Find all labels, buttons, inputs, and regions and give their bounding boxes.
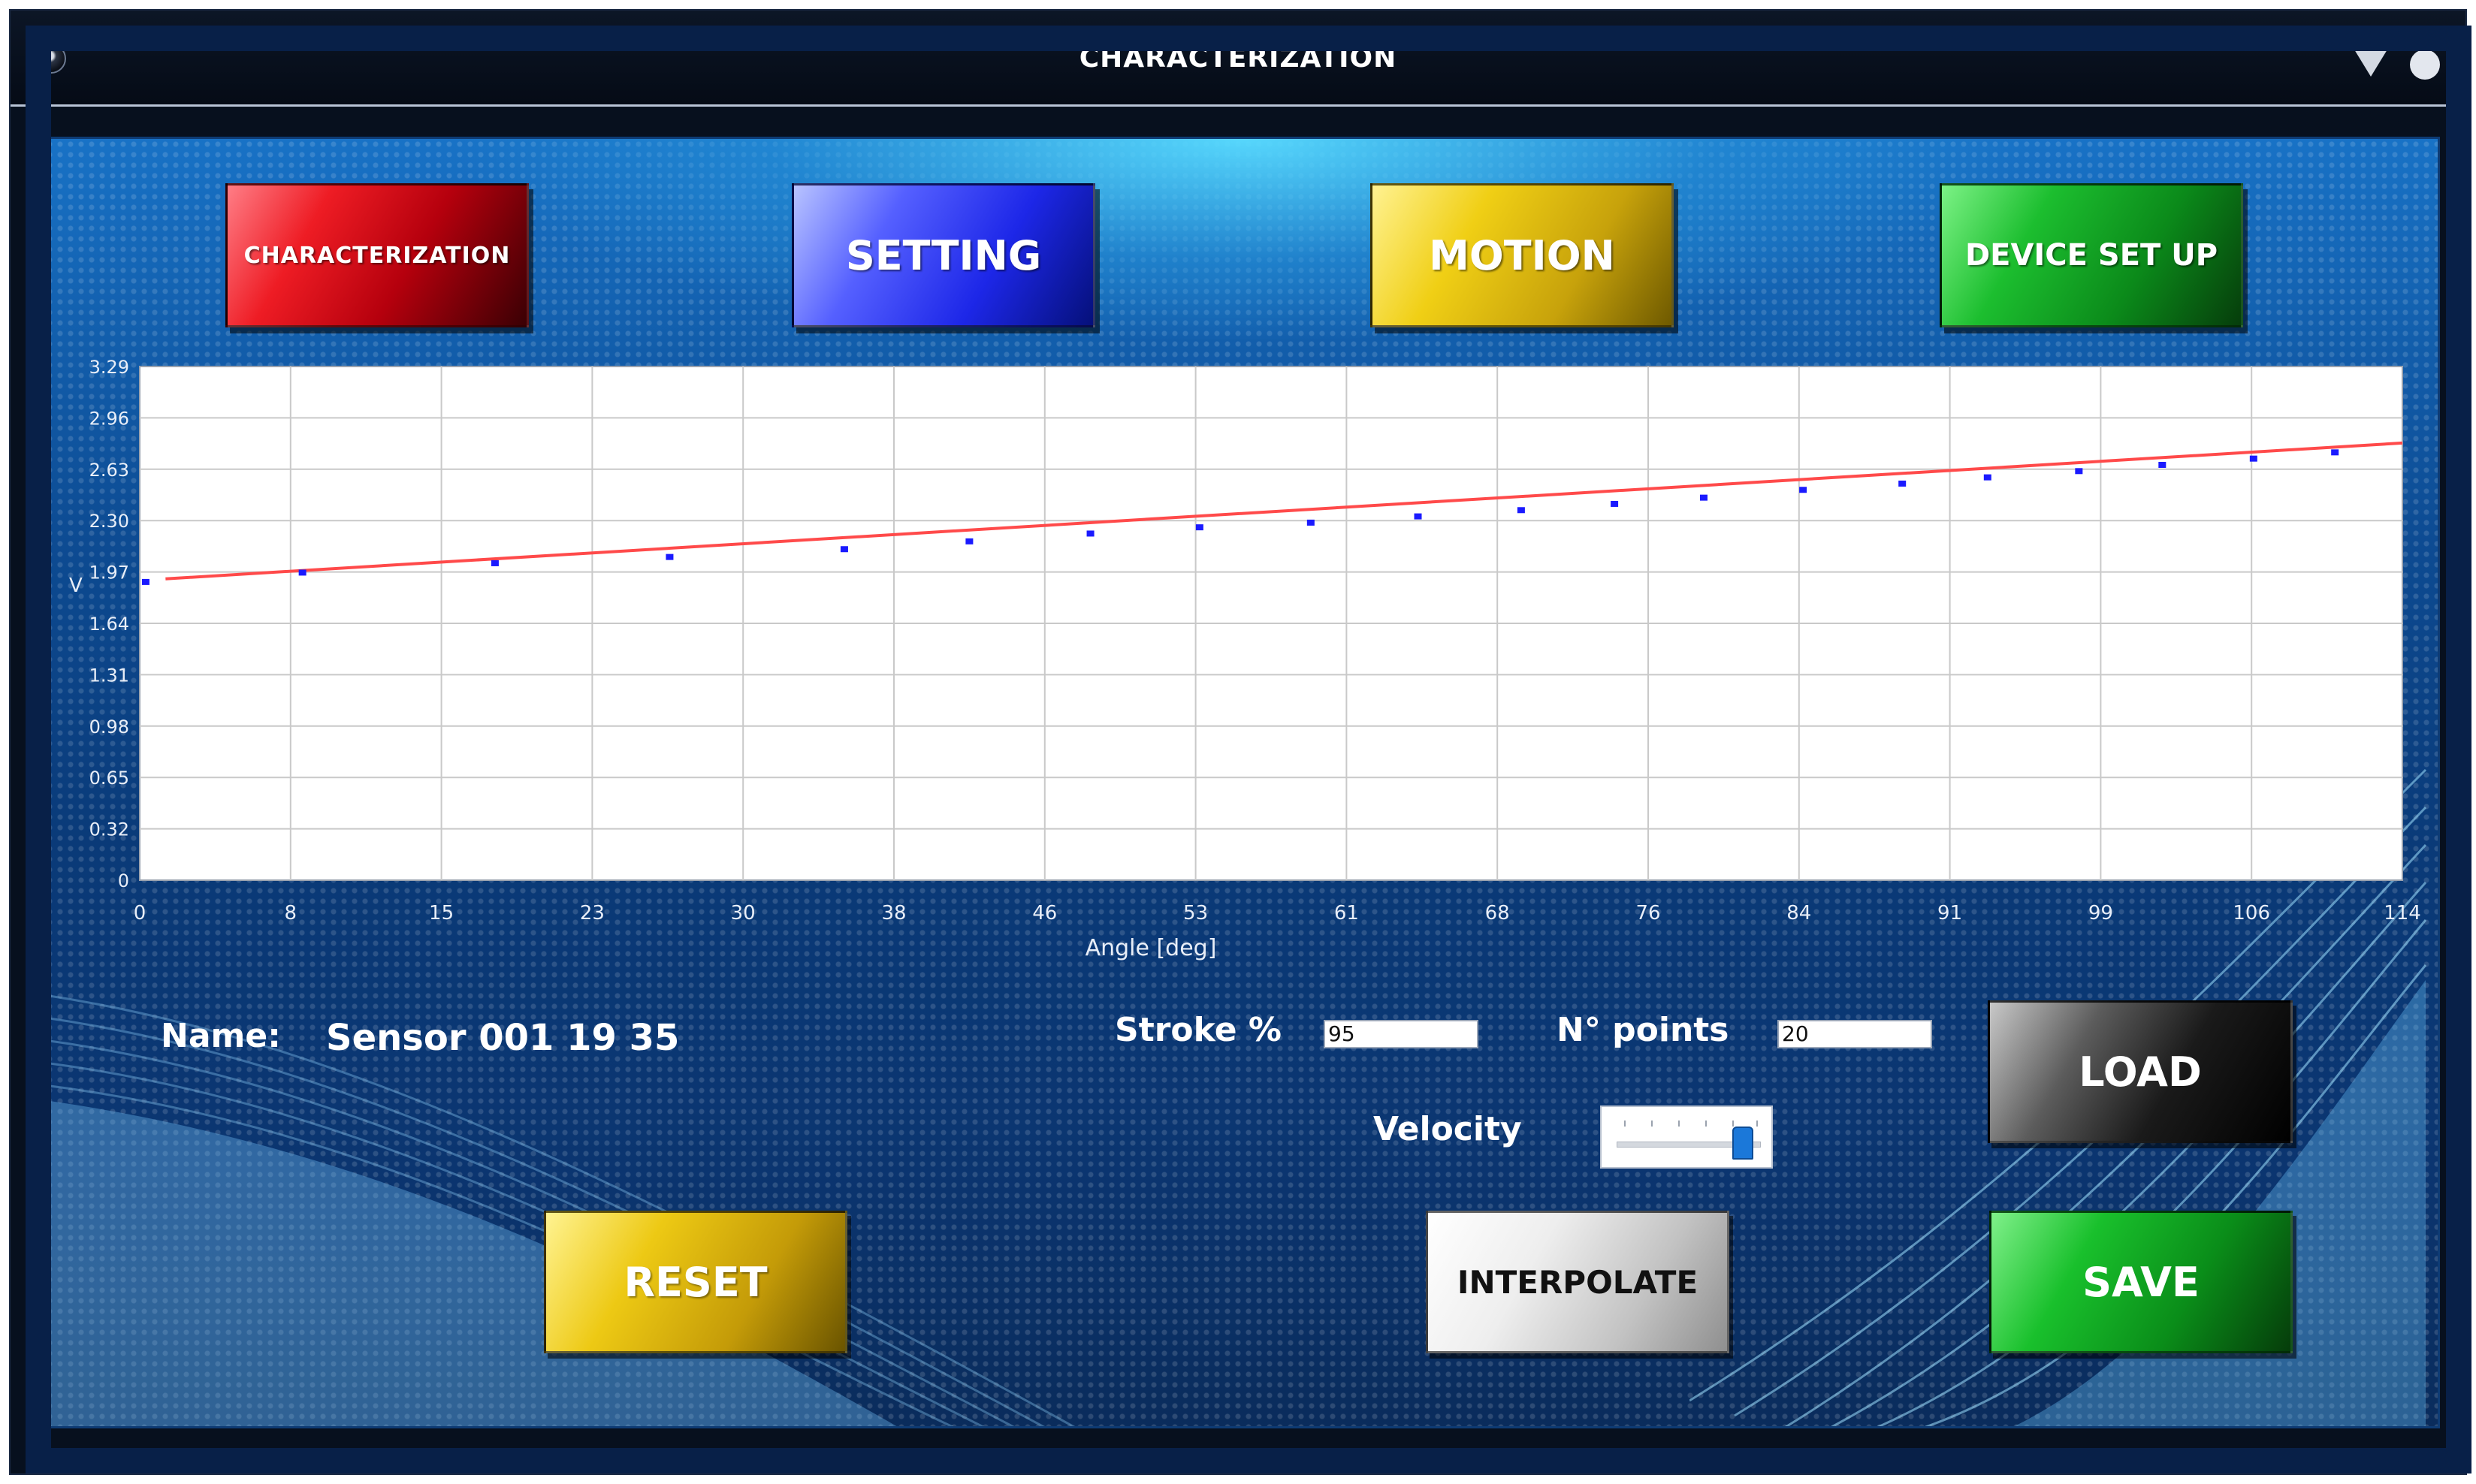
data-point	[298, 569, 306, 576]
chart-y-ticks: 0 0.32 0.65 0.98 1.31 1.64 1.97 2.30 2.63 2.96 3.2…	[89, 357, 129, 891]
x-tick-label: 68	[1485, 902, 1510, 924]
data-point	[2331, 449, 2339, 456]
y-tick-label: 2.96	[89, 408, 129, 429]
x-tick-label: 91	[1937, 902, 1962, 924]
motion-button[interactable]: MOTION	[1370, 183, 1674, 327]
name-label: Name:	[161, 1017, 281, 1055]
data-point	[965, 538, 974, 544]
sensor-name: Sensor 001 19 35	[326, 1017, 680, 1059]
data-point	[1086, 530, 1095, 537]
velocity-tick	[1651, 1121, 1653, 1127]
window-title: CHARACTERIZATION	[1079, 43, 1397, 74]
chart-y-axis-label: V	[69, 575, 83, 597]
characterization-chart: 0 0.32 0.65 0.98 1.31 1.64 1.97 2.30 2.63 2.96 3.2…	[69, 357, 2421, 961]
y-tick-label: 1.64	[89, 614, 129, 635]
x-tick-label: 38	[881, 902, 906, 924]
x-tick-label: 76	[1635, 902, 1660, 924]
interpolate-button[interactable]: INTERPOLATE	[1426, 1211, 1729, 1353]
data-point	[1983, 474, 1991, 481]
data-point	[2158, 461, 2166, 468]
data-point	[2249, 455, 2257, 462]
x-tick-label: 106	[2233, 902, 2270, 924]
data-point	[1414, 513, 1422, 520]
velocity-tick	[1732, 1121, 1734, 1127]
y-tick-label: 1.31	[89, 665, 129, 686]
y-tick-label: 2.30	[89, 511, 129, 532]
y-tick-label: 0.32	[89, 819, 129, 840]
characterization-button[interactable]: CHARACTERIZATION	[225, 183, 529, 327]
y-tick-label: 1.97	[89, 563, 129, 584]
x-tick-label: 8	[285, 902, 297, 924]
data-point	[1799, 487, 1807, 493]
title-bar: CHARACTERIZATION	[11, 11, 2465, 107]
x-tick-label: 23	[580, 902, 605, 924]
reset-button[interactable]: RESET	[544, 1211, 847, 1353]
data-point	[2075, 468, 2083, 475]
stroke-label: Stroke %	[1115, 1011, 1282, 1049]
x-tick-label: 84	[1786, 902, 1811, 924]
chart-x-axis-label: Angle [deg]	[1086, 935, 1217, 961]
data-point	[1306, 519, 1315, 526]
x-tick-label: 99	[2088, 902, 2113, 924]
x-tick-label: 15	[429, 902, 454, 924]
data-point	[141, 578, 149, 585]
data-point	[1611, 500, 1619, 507]
velocity-tick	[1705, 1121, 1707, 1127]
data-point	[1898, 480, 1907, 487]
x-tick-label: 114	[2384, 902, 2421, 924]
y-tick-label: 2.63	[89, 460, 129, 481]
velocity-slider[interactable]	[1600, 1105, 1773, 1169]
velocity-tick	[1756, 1121, 1758, 1127]
data-point	[1699, 494, 1708, 501]
save-button[interactable]: SAVE	[1989, 1211, 2293, 1353]
minimize-icon[interactable]	[2354, 50, 2387, 77]
y-tick-label: 0.65	[89, 768, 129, 789]
device-setup-button[interactable]: DEVICE SET UP	[1940, 183, 2243, 327]
data-point	[1517, 507, 1525, 514]
points-input[interactable]: 20	[1777, 1020, 1932, 1048]
x-tick-label: 53	[1183, 902, 1208, 924]
data-point	[840, 546, 848, 553]
y-tick-label: 0	[118, 870, 129, 891]
data-point	[1195, 524, 1203, 531]
x-tick-label: 0	[134, 902, 146, 924]
x-tick-label: 30	[731, 902, 756, 924]
points-label: N° points	[1557, 1011, 1729, 1049]
chart-x-ticks: 0 8 15 23 30 38 46 53 61 68 76 84 91 99 106 114	[134, 902, 2421, 924]
y-tick-label: 0.98	[89, 716, 129, 737]
x-tick-label: 46	[1032, 902, 1057, 924]
stroke-input[interactable]: 95	[1324, 1020, 1478, 1048]
load-button[interactable]: LOAD	[1988, 1000, 2293, 1143]
velocity-label: Velocity	[1373, 1110, 1522, 1148]
setting-button[interactable]: SETTING	[792, 183, 1095, 327]
velocity-slider-thumb[interactable]	[1732, 1127, 1753, 1160]
data-point	[491, 560, 499, 566]
y-tick-label: 3.29	[89, 357, 129, 378]
close-icon[interactable]	[2410, 50, 2440, 80]
velocity-tick	[1624, 1121, 1626, 1127]
x-tick-label: 61	[1334, 902, 1359, 924]
velocity-tick	[1678, 1121, 1680, 1127]
data-point	[666, 553, 674, 560]
